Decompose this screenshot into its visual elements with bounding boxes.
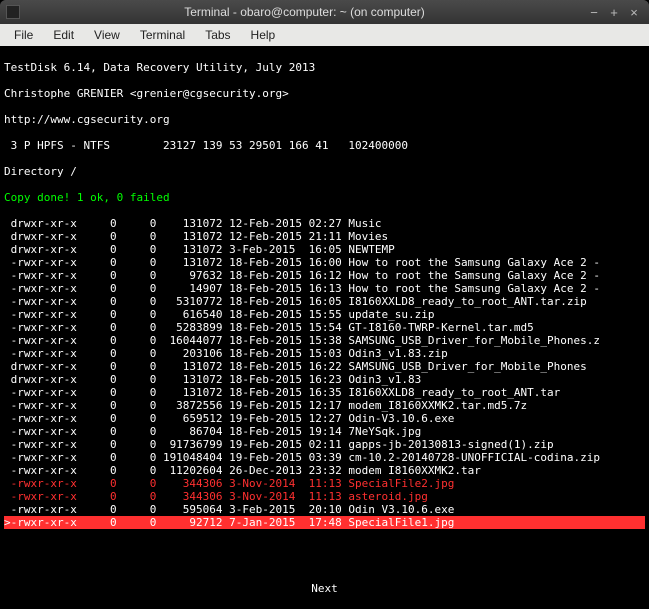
file-row-selected[interactable]: >-rwxr-xr-x 0 0 92712 7-Jan-2015 17:48 S… <box>4 516 645 529</box>
header-line: http://www.cgsecurity.org <box>4 113 645 126</box>
menu-edit[interactable]: Edit <box>43 26 84 44</box>
file-row[interactable]: -rwxr-xr-x 0 0 616540 18-Feb-2015 15:55 … <box>4 308 645 321</box>
directory-line: Directory / <box>4 165 645 178</box>
menu-file[interactable]: File <box>4 26 43 44</box>
file-row[interactable]: -rwxr-xr-x 0 0 14907 18-Feb-2015 16:13 H… <box>4 282 645 295</box>
titlebar[interactable]: Terminal - obaro@computer: ~ (on compute… <box>0 0 649 24</box>
file-row[interactable]: -rwxr-xr-x 0 0 344306 3-Nov-2014 11:13 S… <box>4 477 645 490</box>
file-row[interactable]: -rwxr-xr-x 0 0 91736799 19-Feb-2015 02:1… <box>4 438 645 451</box>
file-row[interactable]: drwxr-xr-x 0 0 131072 18-Feb-2015 16:23 … <box>4 373 645 386</box>
terminal-content[interactable]: TestDisk 6.14, Data Recovery Utility, Ju… <box>0 46 649 609</box>
partition-line: 3 P HPFS - NTFS 23127 139 53 29501 166 4… <box>4 139 645 152</box>
file-row[interactable]: -rwxr-xr-x 0 0 131072 18-Feb-2015 16:35 … <box>4 386 645 399</box>
file-row[interactable]: drwxr-xr-x 0 0 131072 12-Feb-2015 02:27 … <box>4 217 645 230</box>
menu-help[interactable]: Help <box>241 26 286 44</box>
file-row[interactable]: -rwxr-xr-x 0 0 11202604 26-Dec-2013 23:3… <box>4 464 645 477</box>
file-row[interactable]: -rwxr-xr-x 0 0 344306 3-Nov-2014 11:13 a… <box>4 490 645 503</box>
header-line: TestDisk 6.14, Data Recovery Utility, Ju… <box>4 61 645 74</box>
file-row[interactable]: drwxr-xr-x 0 0 131072 18-Feb-2015 16:22 … <box>4 360 645 373</box>
menu-tabs[interactable]: Tabs <box>195 26 240 44</box>
file-row[interactable]: -rwxr-xr-x 0 0 16044077 18-Feb-2015 15:3… <box>4 334 645 347</box>
file-row[interactable]: -rwxr-xr-x 0 0 5310772 18-Feb-2015 16:05… <box>4 295 645 308</box>
file-row[interactable]: -rwxr-xr-x 0 0 203106 18-Feb-2015 15:03 … <box>4 347 645 360</box>
file-row[interactable]: -rwxr-xr-x 0 0 97632 18-Feb-2015 16:12 H… <box>4 269 645 282</box>
app-icon <box>6 5 20 19</box>
next-label[interactable]: Next <box>4 582 645 595</box>
file-row[interactable]: -rwxr-xr-x 0 0 659512 19-Feb-2015 12:27 … <box>4 412 645 425</box>
close-button[interactable]: × <box>625 4 643 20</box>
maximize-button[interactable]: + <box>605 4 623 20</box>
menu-view[interactable]: View <box>84 26 130 44</box>
status-line: Copy done! 1 ok, 0 failed <box>4 191 645 204</box>
file-list: drwxr-xr-x 0 0 131072 12-Feb-2015 02:27 … <box>4 217 645 529</box>
file-row[interactable]: -rwxr-xr-x 0 0 191048404 19-Feb-2015 03:… <box>4 451 645 464</box>
file-row[interactable]: drwxr-xr-x 0 0 131072 12-Feb-2015 21:11 … <box>4 230 645 243</box>
file-row[interactable]: -rwxr-xr-x 0 0 595064 3-Feb-2015 20:10 O… <box>4 503 645 516</box>
file-row[interactable]: -rwxr-xr-x 0 0 3872556 19-Feb-2015 12:17… <box>4 399 645 412</box>
header-line: Christophe GRENIER <grenier@cgsecurity.o… <box>4 87 645 100</box>
file-row[interactable]: -rwxr-xr-x 0 0 5283899 18-Feb-2015 15:54… <box>4 321 645 334</box>
file-row[interactable]: drwxr-xr-x 0 0 131072 3-Feb-2015 16:05 N… <box>4 243 645 256</box>
file-row[interactable]: -rwxr-xr-x 0 0 86704 18-Feb-2015 19:14 7… <box>4 425 645 438</box>
terminal-window: Terminal - obaro@computer: ~ (on compute… <box>0 0 649 609</box>
minimize-button[interactable]: − <box>585 4 603 20</box>
menubar: File Edit View Terminal Tabs Help <box>0 24 649 46</box>
file-row[interactable]: -rwxr-xr-x 0 0 131072 18-Feb-2015 16:00 … <box>4 256 645 269</box>
window-title: Terminal - obaro@computer: ~ (on compute… <box>26 5 583 19</box>
menu-terminal[interactable]: Terminal <box>130 26 195 44</box>
